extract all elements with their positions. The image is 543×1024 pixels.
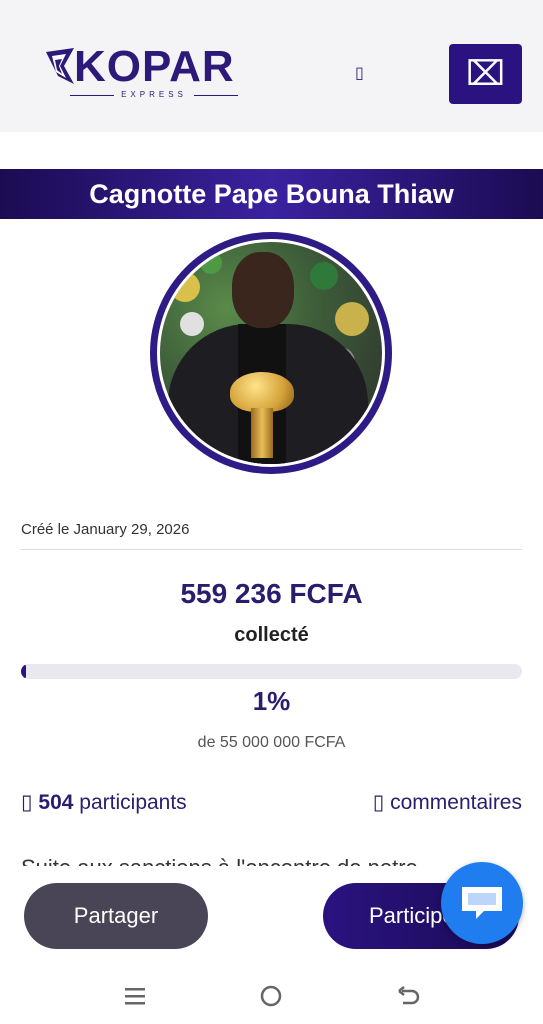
progress-bar: [21, 664, 522, 679]
menu-button[interactable]: ⌧: [449, 44, 522, 104]
amount-collected: 559 236 FCFA: [180, 578, 363, 609]
back-icon[interactable]: [394, 982, 422, 1010]
campaign-title-banner: Cagnotte Pape Bouna Thiaw: [0, 169, 543, 219]
comments-label: commentaires: [390, 791, 522, 814]
recents-icon[interactable]: [121, 982, 149, 1010]
participants-link[interactable]: ▯ 504 participants: [21, 790, 187, 815]
person-head: [232, 252, 294, 328]
collected-label: collecté: [234, 624, 309, 646]
progress-fill: [21, 664, 26, 679]
logo-wordmark: KOPAR: [74, 42, 235, 91]
campaign-title: Cagnotte Pape Bouna Thiaw: [89, 178, 454, 209]
progress-percent: 1%: [252, 686, 291, 716]
logo-tagline: EXPRESS: [70, 90, 238, 99]
participants-icon: ▯: [21, 791, 33, 814]
avatar-photo: [160, 242, 382, 464]
menu-icon: ⌧: [465, 55, 506, 93]
logo-mark-icon: [46, 48, 74, 84]
trophy: [230, 372, 294, 412]
home-icon[interactable]: [257, 982, 285, 1010]
campaign-avatar: [150, 232, 392, 474]
created-date: Créé le January 29, 2026: [21, 521, 190, 538]
kopar-logo[interactable]: KOPAR EXPRESS: [44, 40, 244, 102]
comments-link[interactable]: ▯ commentaires: [373, 790, 522, 815]
participants-count: 504: [38, 791, 74, 814]
header-icon[interactable]: ▯: [355, 63, 364, 83]
share-button[interactable]: Partager: [24, 883, 208, 949]
chat-icon: [462, 887, 502, 919]
campaign-description: Suite aux sanctions à l'encontre de notr…: [21, 854, 441, 866]
app-header: KOPAR EXPRESS ▯ ⌧: [0, 0, 543, 132]
share-label: Partager: [73, 903, 159, 928]
chat-button[interactable]: [441, 862, 523, 944]
system-nav-bar: [0, 966, 543, 1024]
participants-label: participants: [79, 791, 187, 814]
divider: [21, 549, 522, 550]
goal-amount: de 55 000 000 FCFA: [197, 734, 346, 751]
comments-icon: ▯: [372, 791, 385, 814]
